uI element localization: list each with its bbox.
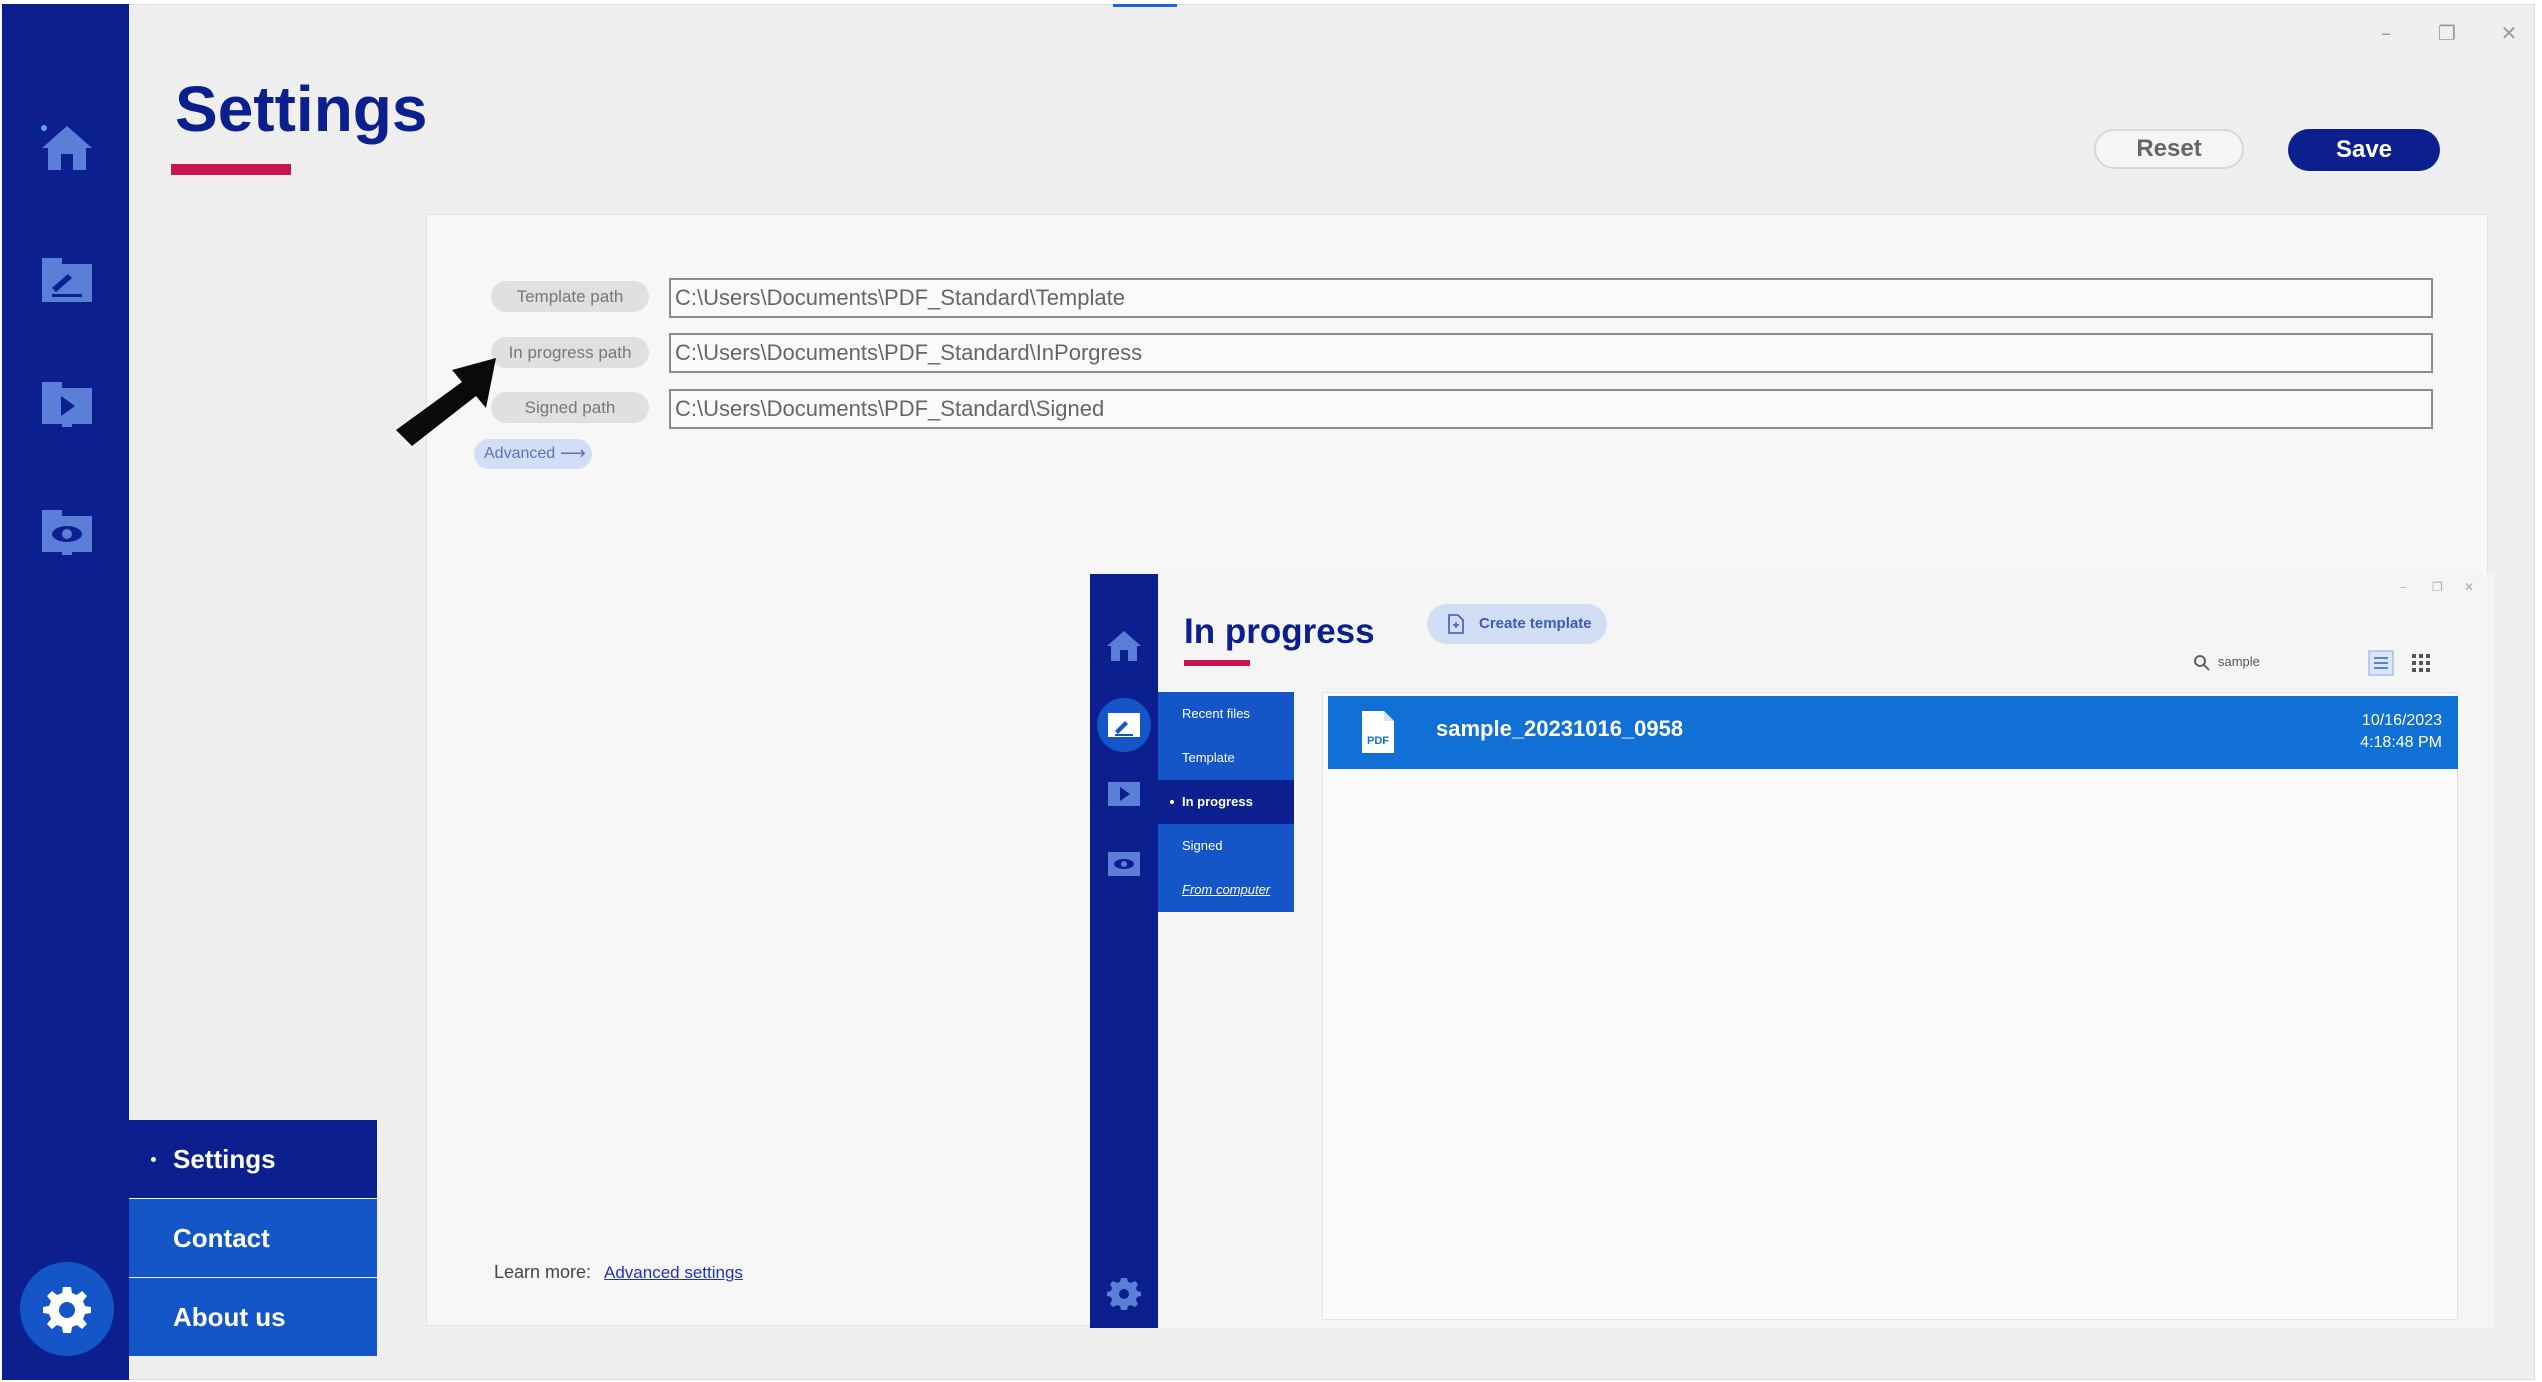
preview-gear-icon[interactable] xyxy=(1104,1274,1144,1310)
arrow-right-icon: ⟶ xyxy=(560,443,586,464)
nav-contact-label: Contact xyxy=(173,1223,270,1253)
sign-document-icon[interactable] xyxy=(38,254,96,306)
preview-title-underline xyxy=(1184,660,1250,666)
preview-home-icon[interactable] xyxy=(1104,628,1144,664)
pdf-file-icon: PDF xyxy=(1362,711,1394,753)
search-input[interactable]: sample xyxy=(2218,654,2260,669)
nav-settings-label: Settings xyxy=(173,1144,276,1174)
in-progress-preview: Recent files Template In progress Signed… xyxy=(1090,574,2493,1328)
active-dot xyxy=(1170,800,1174,804)
gear-icon xyxy=(43,1287,91,1333)
app-frame: – ❐ ✕ Settings Reset Save Template path … xyxy=(0,0,2542,1382)
submenu-template[interactable]: Template xyxy=(1158,736,1294,780)
close-button[interactable]: ✕ xyxy=(2494,18,2524,48)
restore-button[interactable]: ❐ xyxy=(2432,18,2462,48)
bottom-nav-menu: Settings Contact About us xyxy=(129,1120,377,1357)
preview-submenu: Recent files Template In progress Signed… xyxy=(1158,692,1294,912)
document-add-icon xyxy=(1448,614,1464,634)
eye-icon[interactable] xyxy=(38,506,96,558)
file-time: 4:18:48 PM xyxy=(2360,734,2442,751)
home-icon[interactable] xyxy=(38,122,96,174)
file-list xyxy=(1322,692,2458,1320)
active-dot xyxy=(151,1157,156,1162)
submenu-signed[interactable]: Signed xyxy=(1158,824,1294,868)
submenu-in-progress-label: In progress xyxy=(1182,794,1253,809)
submenu-from-computer[interactable]: From computer xyxy=(1158,868,1294,912)
reset-button[interactable]: Reset xyxy=(2094,129,2244,169)
submenu-in-progress[interactable]: In progress xyxy=(1158,780,1294,824)
submenu-recent-files[interactable]: Recent files xyxy=(1158,692,1294,736)
signed-path-label: Signed path xyxy=(491,392,649,423)
preview-sign-icon[interactable] xyxy=(1104,707,1144,743)
list-view-icon[interactable] xyxy=(2368,650,2394,676)
in-progress-path-label: In progress path xyxy=(491,337,649,368)
pointer-arrow-icon xyxy=(396,358,496,446)
preview-sidebar xyxy=(1090,574,1158,1328)
in-progress-path-input[interactable]: C:\Users\Documents\PDF_Standard\InPorgre… xyxy=(669,333,2433,373)
minimize-button[interactable]: – xyxy=(2371,18,2401,48)
file-timestamp: 10/16/2023 4:18:48 PM xyxy=(2360,710,2442,754)
preview-video-icon[interactable] xyxy=(1104,776,1144,812)
grid-view-icon[interactable] xyxy=(2410,652,2432,674)
advanced-settings-link[interactable]: Advanced settings xyxy=(604,1263,743,1283)
preview-minimize-button[interactable]: – xyxy=(2400,580,2406,594)
nav-about-label: About us xyxy=(173,1302,286,1332)
pdf-icon-text: PDF xyxy=(1367,735,1389,747)
save-button[interactable]: Save xyxy=(2288,129,2440,171)
preview-restore-button[interactable]: ❐ xyxy=(2432,580,2443,594)
video-icon[interactable] xyxy=(38,378,96,430)
settings-gear-button[interactable] xyxy=(20,1262,114,1356)
preview-close-button[interactable]: ✕ xyxy=(2464,580,2474,594)
signed-path-input[interactable]: C:\Users\Documents\PDF_Standard\Signed xyxy=(669,389,2433,429)
create-template-label: Create template xyxy=(1479,615,1592,632)
search-icon[interactable] xyxy=(2193,654,2211,672)
file-row[interactable]: PDF sample_20231016_0958 10/16/2023 4:18… xyxy=(1328,696,2458,769)
nav-settings[interactable]: Settings xyxy=(129,1120,377,1198)
learn-more-label: Learn more: xyxy=(494,1262,592,1282)
file-name: sample_20231016_0958 xyxy=(1436,716,1684,741)
sidebar xyxy=(2,4,129,1380)
template-path-input[interactable]: C:\Users\Documents\PDF_Standard\Template xyxy=(669,278,2433,318)
nav-contact[interactable]: Contact xyxy=(129,1199,377,1277)
file-date: 10/16/2023 xyxy=(2361,712,2442,729)
page-title: Settings xyxy=(175,73,428,145)
create-template-button[interactable]: Create template xyxy=(1427,604,1607,644)
nav-about-us[interactable]: About us xyxy=(129,1278,377,1356)
preview-eye-icon[interactable] xyxy=(1104,846,1144,882)
template-path-label: Template path xyxy=(491,281,649,312)
top-accent-bar xyxy=(1113,4,1177,7)
title-underline xyxy=(171,164,291,175)
preview-title: In progress xyxy=(1184,612,1375,651)
